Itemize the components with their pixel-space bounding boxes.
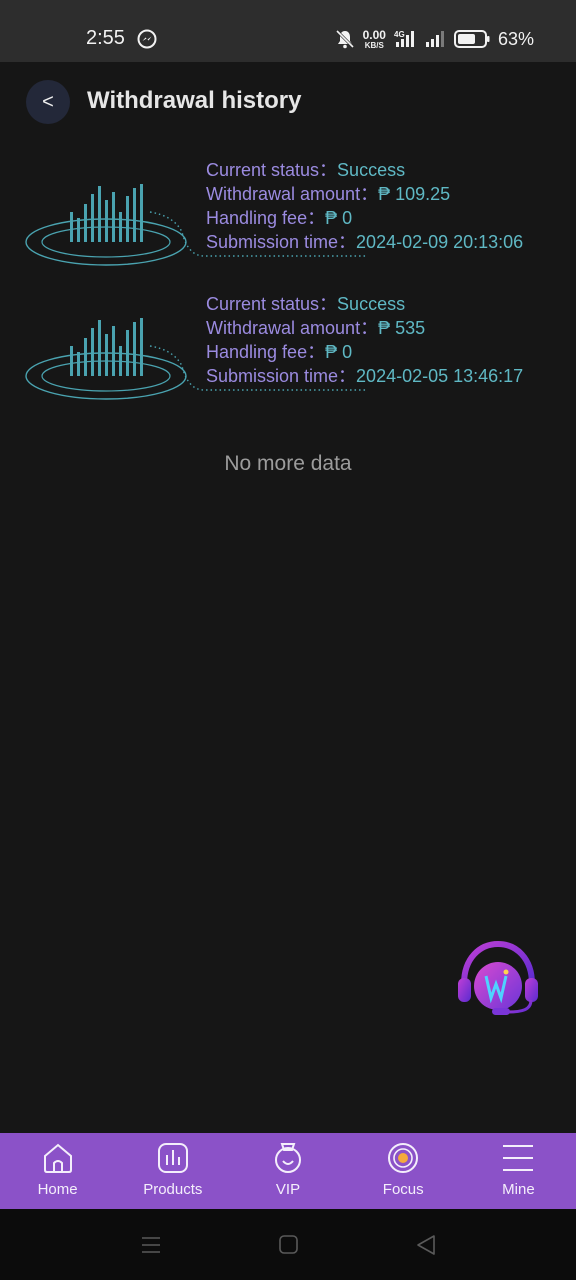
nav-home[interactable]: Home [0, 1133, 115, 1209]
nav-mine[interactable]: Mine [461, 1133, 576, 1209]
products-icon [157, 1143, 188, 1173]
bottom-nav: Home Products VIP Focus Mine [0, 1133, 576, 1209]
no-more-data-text: No more data [224, 452, 352, 475]
home-icon [43, 1143, 72, 1173]
mute-icon [335, 29, 354, 49]
customer-support-icon[interactable] [456, 940, 540, 1020]
fee-row: Handling fee：₱ 0 [206, 208, 353, 228]
battery-icon [453, 30, 490, 48]
nav-vip[interactable]: VIP [230, 1133, 345, 1209]
net-speed: 0.00 KB/S [362, 27, 386, 50]
amount-row: Withdrawal amount：₱ 535 [206, 318, 426, 338]
battery-percent: 63% [497, 28, 534, 49]
fee-row: Handling fee：₱ 0 [206, 342, 353, 362]
status-row: Current status：Success [206, 294, 406, 314]
status-time: 2:55 [86, 27, 125, 49]
fee-value: ₱ 0 [325, 342, 353, 362]
status-row: Current status：Success [206, 160, 406, 180]
amount-value: ₱ 535 [378, 318, 426, 338]
status-bar: 2:55 0.00 KB/S 4G 63% [0, 0, 576, 62]
amount-row: Withdrawal amount：₱ 109.25 [206, 184, 451, 204]
withdrawal-record: Current status：Success Withdrawal amount… [0, 288, 576, 408]
network-type: 4G [394, 30, 405, 39]
back-button[interactable]: < [26, 80, 70, 124]
status-indicators: 0.00 KB/S 4G 63% [335, 25, 534, 53]
menu-icon [503, 1145, 534, 1171]
messenger-icon [137, 29, 157, 49]
record-details: Current status：Success Withdrawal amount… [206, 292, 523, 388]
focus-icon [388, 1143, 419, 1173]
time-row: Submission time：2024-02-05 13:46:17 [206, 366, 524, 386]
system-nav-bar [0, 1209, 576, 1280]
recent-apps-icon[interactable] [141, 1235, 161, 1255]
signal-icon [425, 31, 444, 47]
signal-4g-icon: 4G [394, 30, 414, 47]
time-value: 2024-02-09 20:13:06 [356, 232, 524, 252]
status-value: Success [337, 160, 406, 180]
time-row: Submission time：2024-02-09 20:13:06 [206, 232, 524, 252]
vip-icon [275, 1143, 301, 1173]
fee-value: ₱ 0 [325, 208, 353, 228]
nav-focus[interactable]: Focus [346, 1133, 461, 1209]
amount-value: ₱ 109.25 [378, 184, 451, 204]
record-details: Current status：Success Withdrawal amount… [206, 158, 523, 254]
withdrawal-record: Current status：Success Withdrawal amount… [0, 154, 576, 274]
time-value: 2024-02-05 13:46:17 [356, 366, 524, 386]
back-triangle-icon[interactable] [416, 1234, 436, 1256]
page-title: Withdrawal history [87, 87, 302, 114]
nav-products[interactable]: Products [115, 1133, 230, 1209]
home-square-icon[interactable] [279, 1235, 298, 1254]
status-value: Success [337, 294, 406, 314]
